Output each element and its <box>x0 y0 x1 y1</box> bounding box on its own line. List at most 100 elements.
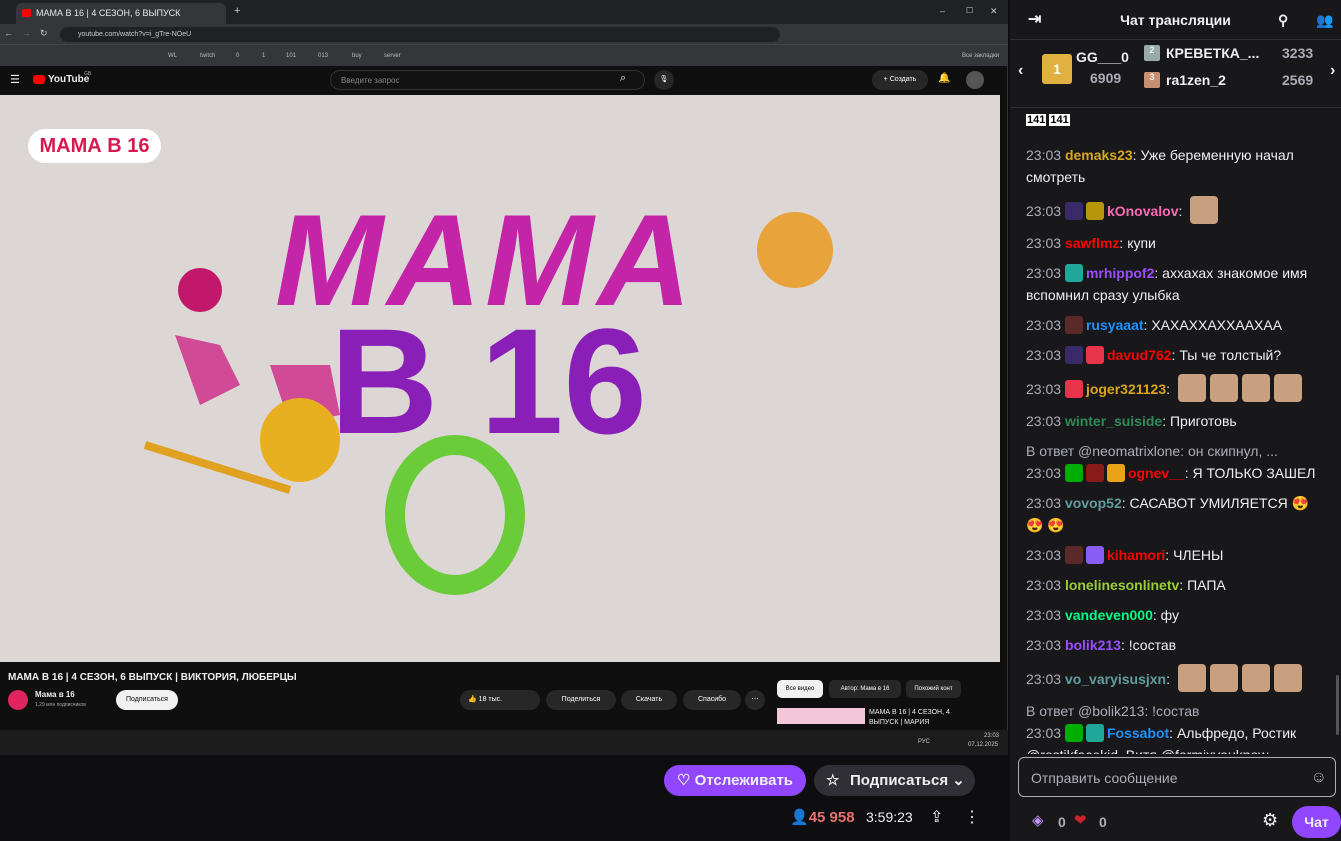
channel-points-icon[interactable]: ◈ <box>1032 811 1044 829</box>
username[interactable]: demaks23 <box>1065 147 1133 163</box>
username[interactable]: winter_suiside <box>1065 413 1162 429</box>
pin-icon[interactable]: ⚲ <box>1278 0 1288 40</box>
emote[interactable] <box>1209 374 1238 402</box>
reload-icon[interactable]: ↻ <box>40 28 48 39</box>
emote[interactable] <box>1177 374 1206 402</box>
channel-name[interactable]: Мама в 16 <box>35 690 75 699</box>
badge-icon[interactable] <box>1085 546 1104 564</box>
emote[interactable] <box>1190 196 1219 224</box>
emote[interactable] <box>1177 664 1206 692</box>
back-icon[interactable]: ← <box>4 28 13 38</box>
subscribe-stream-button[interactable]: ☆ Подписаться ⌄ <box>814 765 975 796</box>
browser-tab[interactable]: МАМА В 16 | 4 СЕЗОН, 6 ВЫПУСК <box>16 3 226 24</box>
leader-name[interactable]: КРЕВЕТКА_... <box>1166 45 1259 61</box>
follow-button[interactable]: ♡ Отслеживать <box>664 765 806 796</box>
forward-icon[interactable]: → <box>22 28 31 38</box>
bookmark[interactable]: twitch <box>200 53 215 59</box>
badge-icon[interactable] <box>1064 202 1083 220</box>
share-icon[interactable]: ⇪ <box>930 807 943 827</box>
search-input[interactable]: Введите запрос <box>330 70 645 90</box>
more-icon[interactable]: ⋯ <box>745 690 765 710</box>
new-tab-icon[interactable]: + <box>234 5 240 17</box>
badge-icon[interactable] <box>1085 202 1104 220</box>
collapse-chat-icon[interactable]: ⇥ <box>1028 0 1041 40</box>
username[interactable]: bolik213 <box>1065 637 1121 653</box>
leader-name[interactable]: GG___0 <box>1076 49 1129 65</box>
next-icon[interactable]: › <box>1330 62 1335 80</box>
username[interactable]: mrhippof2 <box>1086 265 1154 281</box>
username[interactable]: Fossabot <box>1107 725 1169 741</box>
menu-icon[interactable]: ☰ <box>10 73 20 86</box>
badge-icon[interactable] <box>1064 464 1083 482</box>
chip-all[interactable]: Все видео <box>777 680 823 698</box>
badge-icon[interactable] <box>1064 546 1083 564</box>
username[interactable]: davud762 <box>1107 347 1172 363</box>
emote[interactable] <box>1209 664 1238 692</box>
bell-icon[interactable]: 🔔 <box>938 73 950 84</box>
emoji-icon[interactable]: ☺ <box>1311 758 1327 798</box>
all-bookmarks[interactable]: Все закладки <box>962 53 999 59</box>
username[interactable]: sawflmz <box>1065 235 1119 251</box>
search-icon[interactable]: ⌕ <box>620 72 626 85</box>
bookmark[interactable]: server <box>384 53 401 59</box>
username[interactable]: joger321123 <box>1086 381 1166 397</box>
avatar[interactable] <box>966 71 984 89</box>
username[interactable]: kOnovalov <box>1107 203 1179 219</box>
emote[interactable] <box>1273 374 1302 402</box>
channel-avatar[interactable] <box>8 690 28 710</box>
settings-icon[interactable]: ⚙ <box>1262 810 1278 831</box>
subscribe-button[interactable]: Подписаться <box>116 690 178 710</box>
leader-name[interactable]: ra1zen_2 <box>1166 72 1226 88</box>
emote[interactable] <box>1241 374 1270 402</box>
like-button[interactable]: 👍 18 тыс. <box>460 690 540 710</box>
chat-scrollbar[interactable] <box>1336 675 1339 735</box>
badge-icon[interactable] <box>1064 264 1083 282</box>
chip-similar[interactable]: Похожий конт <box>906 680 961 698</box>
users-icon[interactable]: 👥 <box>1316 0 1333 40</box>
drops-icon[interactable]: ❤ <box>1074 811 1087 829</box>
more-options-icon[interactable]: ⋮ <box>964 807 980 827</box>
recommended-title[interactable]: МАМА В 16 | 4 СЕЗОН, 4 ВЫПУСК | МАРИЯ <box>869 708 979 728</box>
maximize-icon[interactable]: ☐ <box>966 6 973 15</box>
username[interactable]: vo_varyisusjxn <box>1065 671 1166 687</box>
username[interactable]: rusyaaat <box>1086 317 1144 333</box>
prev-icon[interactable]: ‹ <box>1018 62 1023 80</box>
username[interactable]: vandeven000 <box>1065 607 1153 623</box>
mic-icon[interactable]: 🎙 <box>654 70 674 90</box>
badge-icon[interactable] <box>1064 346 1083 364</box>
download-button[interactable]: Скачать <box>621 690 677 710</box>
chat-send-button[interactable]: Чат <box>1292 806 1341 838</box>
badge-icon[interactable] <box>1064 380 1083 398</box>
share-button[interactable]: Поделиться <box>546 690 616 710</box>
emote[interactable] <box>1273 664 1302 692</box>
bookmark[interactable]: 013 <box>318 53 328 59</box>
badge-icon[interactable] <box>1085 464 1104 482</box>
chat-input[interactable]: Отправить сообщение ☺ <box>1018 757 1336 797</box>
badge-icon[interactable] <box>1064 724 1083 742</box>
chat-messages[interactable]: 23:03 demaks23: Уже беременную начал смо… <box>1026 144 1326 754</box>
username[interactable]: ognev__ <box>1128 465 1185 481</box>
chip-author[interactable]: Автор: Мама в 16 <box>829 680 901 698</box>
bookmark[interactable]: WL <box>168 53 177 59</box>
recommended-thumbnail[interactable] <box>777 708 865 724</box>
username[interactable]: lonelinesonlinetv <box>1065 577 1179 593</box>
minimize-icon[interactable]: – <box>940 6 945 16</box>
badge-icon[interactable] <box>1106 464 1125 482</box>
language-indicator[interactable]: РУС <box>918 739 930 745</box>
bookmark[interactable]: 1 <box>262 53 265 59</box>
emote[interactable] <box>1241 664 1270 692</box>
badge-icon[interactable] <box>1085 724 1104 742</box>
username[interactable]: vovop52 <box>1065 495 1122 511</box>
url-input[interactable]: youtube.com/watch?v=i_gTre-NOeU <box>60 27 780 42</box>
bookmark[interactable]: 101 <box>286 53 296 59</box>
badge-icon[interactable] <box>1064 316 1083 334</box>
reply-context[interactable]: В ответ @bolik213: !состав <box>1026 700 1326 722</box>
close-icon[interactable]: ✕ <box>990 6 998 17</box>
bookmark[interactable]: buy <box>352 53 362 59</box>
thanks-button[interactable]: Спасибо <box>683 690 741 710</box>
bookmark[interactable]: 0 <box>236 53 239 59</box>
create-button[interactable]: + Создать <box>872 70 928 90</box>
badge-icon[interactable] <box>1085 346 1104 364</box>
reply-context[interactable]: В ответ @neomatrixlone: он скипнул, ... <box>1026 440 1326 462</box>
video-player[interactable]: МАМА В 16 МАМА В 16 <box>0 95 1000 662</box>
